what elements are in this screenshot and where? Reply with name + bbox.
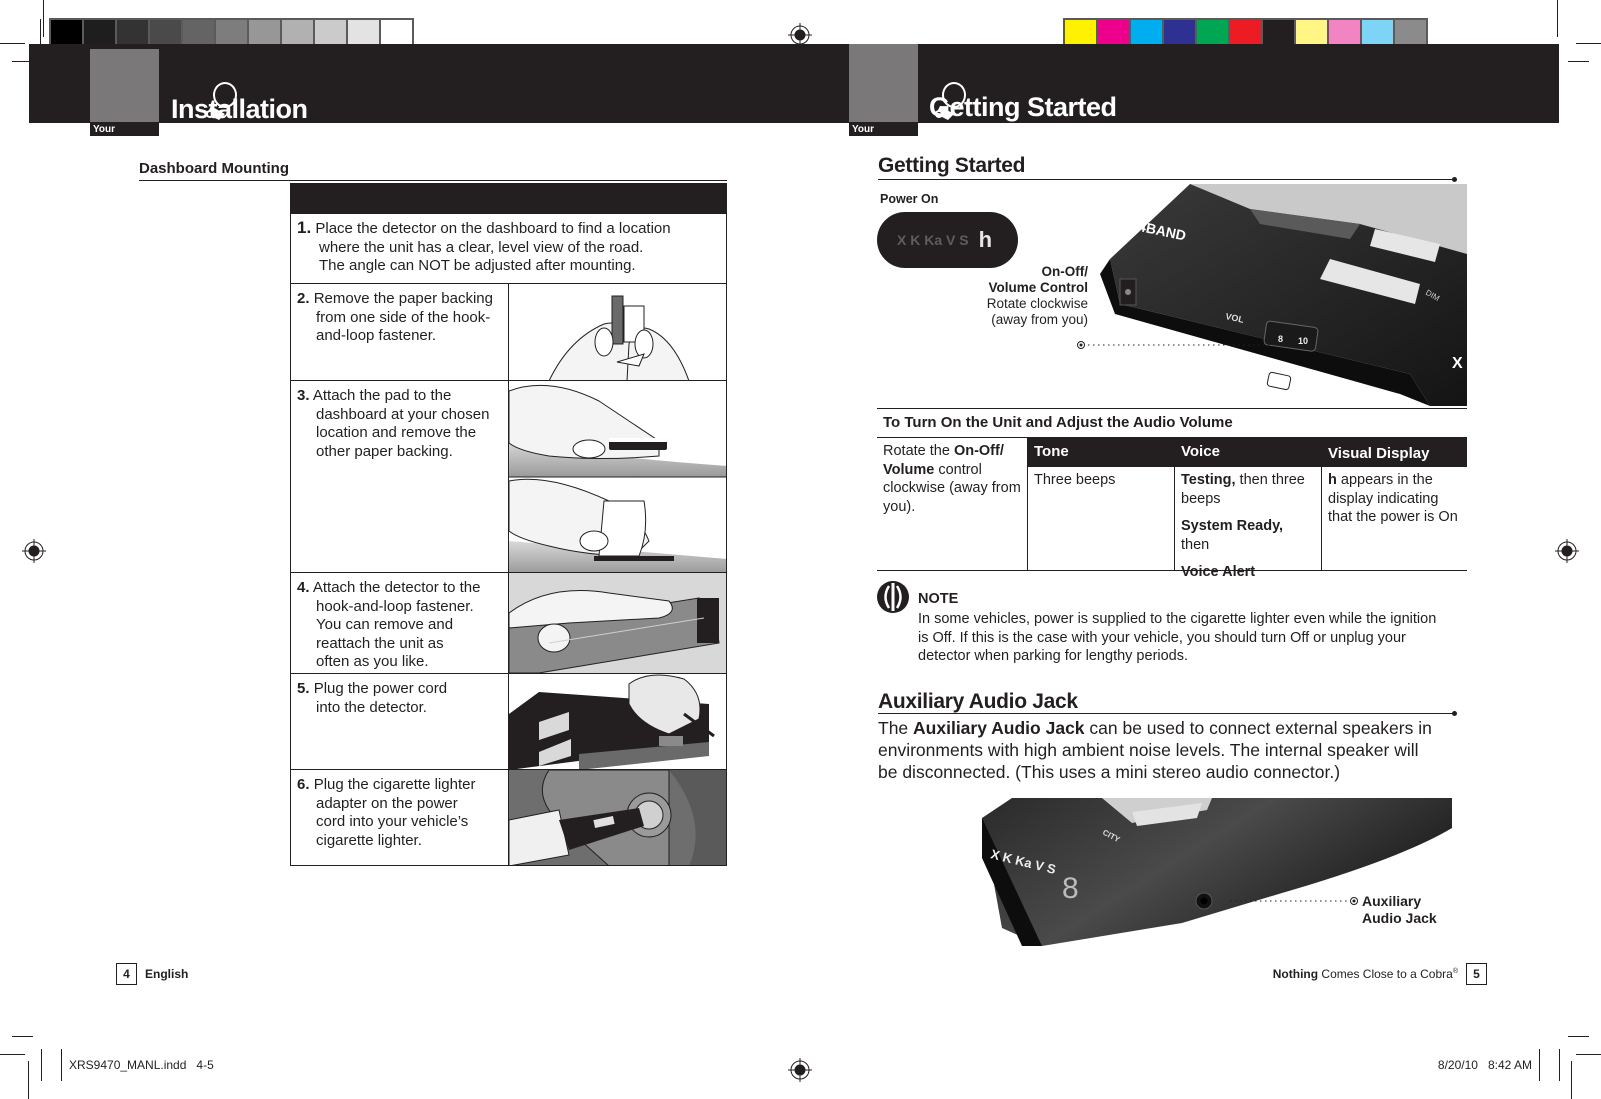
- detector-on-fastener-illustration: [509, 573, 726, 673]
- column-header: Tone: [1028, 438, 1174, 467]
- power-on-table: To Turn On the Unit and Adjust the Audio…: [877, 408, 1467, 580]
- volume-leader-line: [1077, 341, 1276, 349]
- section-tab-label: Your Detector: [90, 122, 159, 146]
- step-row: 3. Attach the pad to the dashboard at yo…: [291, 380, 726, 572]
- step-row: 6. Plug the cigarette lighter adapter on…: [291, 769, 726, 865]
- registration-mark-icon: [1555, 539, 1579, 563]
- note-icon: [877, 581, 909, 613]
- action-column: Rotate the On-Off/ Volume control clockw…: [883, 443, 1021, 515]
- tone-column: Tone Three beeps: [1027, 438, 1174, 570]
- crop-mark: [1576, 43, 1601, 44]
- step-row: 5. Plug the power cord into the detector…: [291, 673, 726, 769]
- registration-mark-icon: [788, 1058, 812, 1082]
- crop-mark: [1559, 1049, 1560, 1081]
- crop-mark: [1568, 61, 1589, 62]
- cigarette-lighter-plug-illustration: [509, 770, 726, 865]
- step-text: 6. Plug the cigarette lighter adapter on…: [291, 770, 509, 865]
- step-row: 1. Place the detector on the dashboard t…: [291, 213, 726, 283]
- crop-mark: [41, 1049, 42, 1081]
- file-slug: XRS9470_MANL.indd 4-5: [69, 1058, 214, 1072]
- section-rule: [878, 179, 1454, 180]
- step-text: 2. Remove the paper backing from one sid…: [291, 284, 509, 380]
- page-number: 5: [1466, 963, 1487, 985]
- table-header-bar: [291, 184, 726, 213]
- language-label: English: [145, 967, 189, 981]
- note-title: NOTE: [918, 591, 959, 607]
- crop-mark: [0, 1054, 25, 1055]
- display-bands: X K Ka V S: [897, 232, 969, 248]
- step-text: 5. Plug the power cord into the detector…: [291, 674, 509, 769]
- aux-section-title: Auxiliary Audio Jack: [878, 690, 1078, 713]
- section-title: Getting Started: [878, 154, 1026, 177]
- crop-mark: [43, 0, 44, 37]
- pad-on-dashboard-illustration: [509, 381, 726, 572]
- dial-8-label: 8: [1278, 334, 1283, 344]
- registration-mark-icon: [22, 539, 46, 563]
- registration-mark-icon: [788, 23, 812, 47]
- left-page-footer: 4 English: [116, 963, 188, 985]
- detector-side-view-illustration: 14BAND VOL 8 10 DIM X: [1100, 184, 1467, 406]
- hands-peeling-backing-illustration: [509, 284, 726, 380]
- table-title: To Turn On the Unit and Adjust the Audio…: [877, 408, 1467, 437]
- note-body: In some vehicles, power is supplied to t…: [918, 611, 1437, 664]
- power-indicator-glyph: h: [978, 227, 993, 252]
- crop-mark: [1557, 0, 1558, 37]
- slug-divider: [61, 1049, 62, 1081]
- rule-end-dot: [1452, 711, 1457, 716]
- print-datetime: 8/20/10 8:42 AM: [1437, 1058, 1532, 1072]
- dial-10-label: 10: [1298, 336, 1308, 346]
- section-rule: [139, 180, 727, 181]
- right-section-tab-block: [849, 44, 918, 123]
- power-on-label: Power On: [880, 192, 939, 206]
- page-number: 4: [116, 963, 137, 985]
- volume-control-callout: On-Off/ Volume Control Rotate clockwise …: [986, 264, 1088, 327]
- table-body: Rotate the On-Off/ Volume control clockw…: [877, 437, 1467, 580]
- tone-value: Three beeps: [1034, 472, 1116, 488]
- display-digit: 8: [1062, 872, 1079, 905]
- crop-mark: [12, 1036, 33, 1037]
- step-text: 1. Place the detector on the dashboard t…: [297, 218, 671, 274]
- section-tab-label: Your Detector: [849, 122, 918, 146]
- visual-display-column: Visual Display h appears in the display …: [1321, 438, 1467, 570]
- section-title: Dashboard Mounting: [139, 160, 289, 177]
- power-indicator-glyph: h: [1328, 472, 1337, 488]
- column-header: Visual Display: [1322, 438, 1467, 467]
- step-text: 4. Attach the detector to the hook-and-l…: [291, 573, 509, 673]
- tagline: Nothing Comes Close to a Cobra®: [1272, 967, 1458, 981]
- crop-mark: [1576, 1054, 1601, 1055]
- right-page-footer: Nothing Comes Close to a Cobra® 5: [1273, 963, 1487, 985]
- svg-text:X: X: [1452, 355, 1463, 372]
- power-cord-plug-illustration: [509, 674, 726, 769]
- column-header: Voice: [1175, 438, 1321, 467]
- slug-divider: [1539, 1049, 1540, 1081]
- section-rule: [878, 713, 1454, 714]
- crop-mark: [1568, 1036, 1589, 1037]
- crop-mark: [28, 1061, 29, 1099]
- voice-column: Voice Testing, then three beeps System R…: [1174, 438, 1321, 580]
- rule-end-dot: [1452, 177, 1457, 182]
- power-on-display-illustration: X K Ka V S h: [877, 212, 1018, 268]
- page-title: Getting Started: [929, 92, 1117, 122]
- left-section-tab-block: [90, 49, 159, 123]
- page-title: Installation: [171, 94, 308, 124]
- step-row: 2. Remove the paper backing from one sid…: [291, 283, 726, 380]
- step-text: 3. Attach the pad to the dashboard at yo…: [291, 381, 509, 572]
- aux-jack-label: Auxiliary Audio Jack: [1362, 893, 1437, 926]
- mounting-steps-table: 1. Place the detector on the dashboard t…: [290, 183, 727, 866]
- aux-description: The Auxiliary Audio Jack can be used to …: [878, 718, 1432, 782]
- crop-mark: [0, 43, 25, 44]
- crop-mark: [1571, 1061, 1572, 1099]
- step-row: 4. Attach the detector to the hook-and-l…: [291, 572, 726, 673]
- aux-leader-line: [1230, 897, 1358, 905]
